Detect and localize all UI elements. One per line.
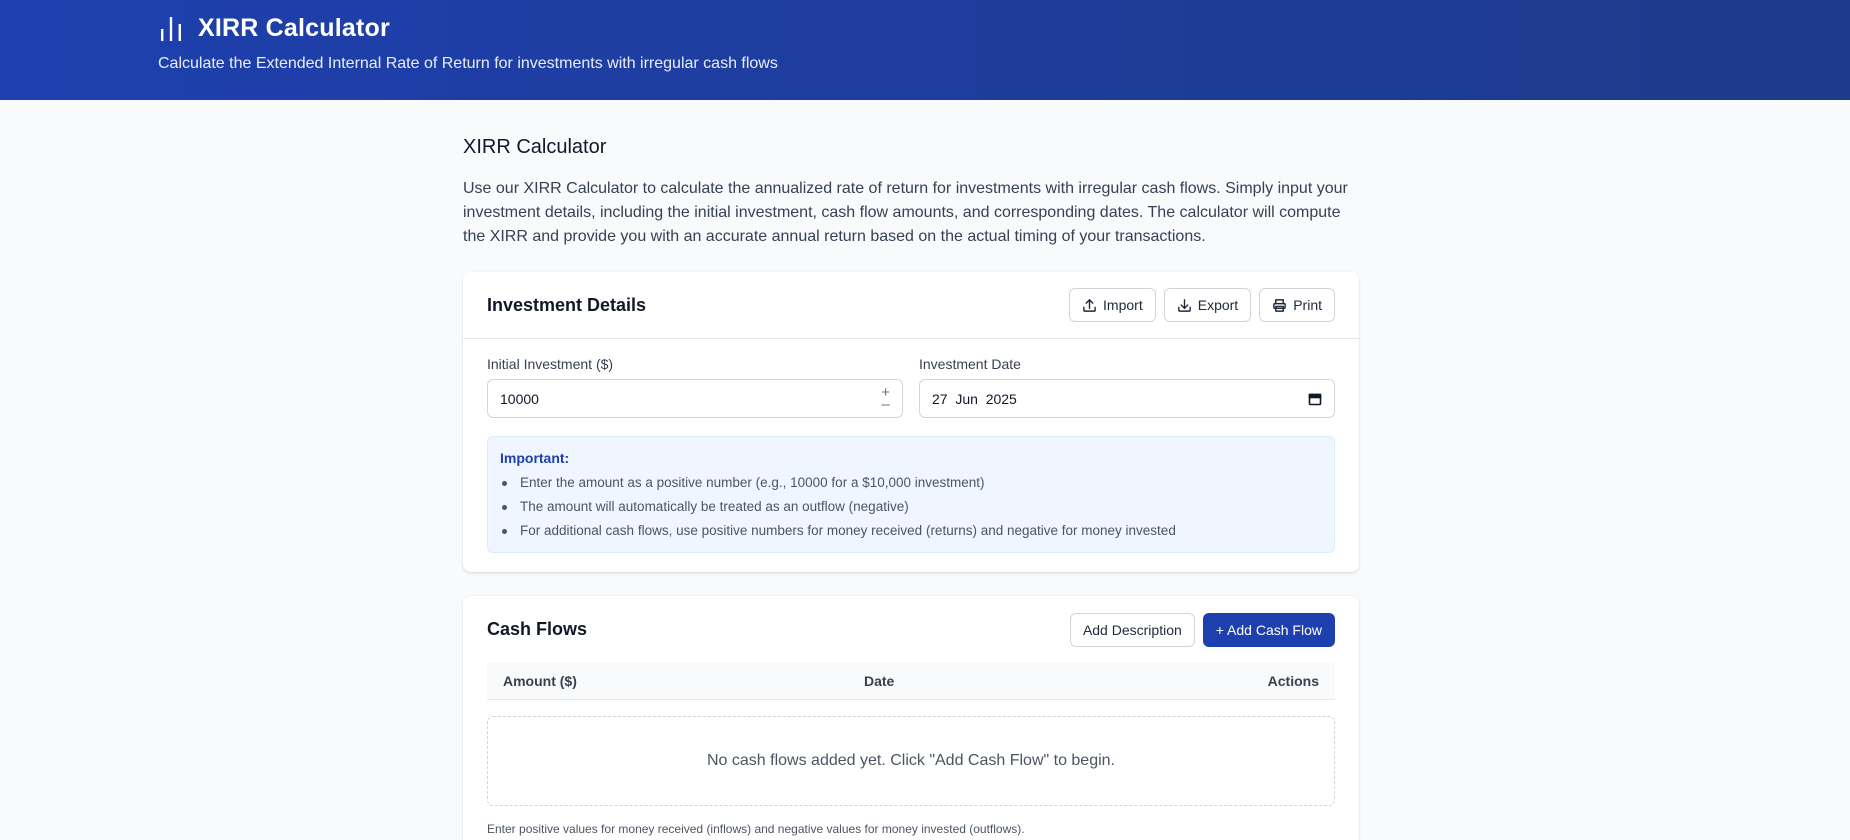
- column-date: Date: [864, 673, 895, 689]
- empty-state-message: No cash flows added yet. Click "Add Cash…: [487, 716, 1335, 806]
- initial-investment-wrapper: + –: [487, 379, 903, 418]
- cash-flows-actions: Add Description + Add Cash Flow: [1069, 612, 1335, 647]
- investment-date-label: Investment Date: [919, 356, 1021, 372]
- investment-date-field: Investment Date: [919, 356, 1335, 418]
- add-description-button[interactable]: Add Description: [1069, 612, 1195, 647]
- calendar-icon[interactable]: [1308, 392, 1322, 406]
- investment-date-input[interactable]: [932, 390, 1308, 407]
- cash-flows-header: Cash Flows Add Description + Add Cash Fl…: [487, 596, 1335, 663]
- investment-details-card: Investment Details Import Export Print I…: [463, 272, 1359, 572]
- header-title-row: XIRR Calculator: [158, 14, 1850, 43]
- bar-chart-icon: [161, 16, 181, 41]
- notice-title: Important:: [500, 450, 570, 466]
- app-header: XIRR Calculator Calculate the Extended I…: [0, 0, 1850, 100]
- investment-date-wrapper: [919, 379, 1335, 418]
- export-label: Export: [1197, 297, 1239, 313]
- notice-list: Enter the amount as a positive number (e…: [500, 471, 1322, 543]
- minus-icon[interactable]: –: [881, 397, 889, 412]
- investment-fields: Initial Investment ($) + – Investment Da…: [487, 356, 1335, 418]
- print-button[interactable]: Print: [1259, 288, 1335, 322]
- details-actions: Import Export Print: [1069, 288, 1335, 322]
- investment-details-title: Investment Details: [487, 294, 647, 315]
- download-icon: [1177, 298, 1191, 312]
- notice-item: Enter the amount as a positive number (e…: [500, 471, 1322, 495]
- column-amount: Amount ($): [503, 673, 577, 689]
- export-button[interactable]: Export: [1163, 288, 1252, 322]
- cash-flows-card: Cash Flows Add Description + Add Cash Fl…: [463, 596, 1359, 840]
- initial-investment-field: Initial Investment ($) + –: [487, 356, 903, 418]
- import-button[interactable]: Import: [1069, 288, 1156, 322]
- main-content: XIRR Calculator Use our XIRR Calculator …: [463, 100, 1359, 840]
- column-actions: Actions: [1267, 673, 1319, 689]
- important-notice: Important: Enter the amount as a positiv…: [487, 436, 1335, 553]
- print-label: Print: [1293, 297, 1322, 313]
- printer-icon: [1273, 298, 1287, 312]
- amount-stepper[interactable]: + –: [881, 385, 890, 412]
- cash-flows-table-header: Amount ($) Date Actions: [487, 663, 1335, 700]
- notice-item: The amount will automatically be treated…: [500, 495, 1322, 519]
- add-cash-flow-button[interactable]: + Add Cash Flow: [1202, 612, 1335, 647]
- investment-details-header: Investment Details Import Export Print: [463, 272, 1359, 339]
- initial-investment-input[interactable]: [500, 390, 882, 407]
- page-intro: Use our XIRR Calculator to calculate the…: [463, 180, 1348, 245]
- app-subtitle: Calculate the Extended Internal Rate of …: [158, 55, 778, 72]
- cash-flows-note: Enter positive values for money received…: [487, 822, 1025, 836]
- cash-flows-title: Cash Flows: [487, 619, 588, 639]
- page-title: XIRR Calculator: [463, 136, 607, 158]
- initial-investment-label: Initial Investment ($): [487, 356, 614, 372]
- import-label: Import: [1103, 297, 1143, 313]
- app-title: XIRR Calculator: [198, 14, 390, 42]
- investment-details-body: Initial Investment ($) + – Investment Da…: [463, 339, 1359, 553]
- upload-icon: [1083, 298, 1096, 312]
- notice-item: For additional cash flows, use positive …: [500, 519, 1322, 543]
